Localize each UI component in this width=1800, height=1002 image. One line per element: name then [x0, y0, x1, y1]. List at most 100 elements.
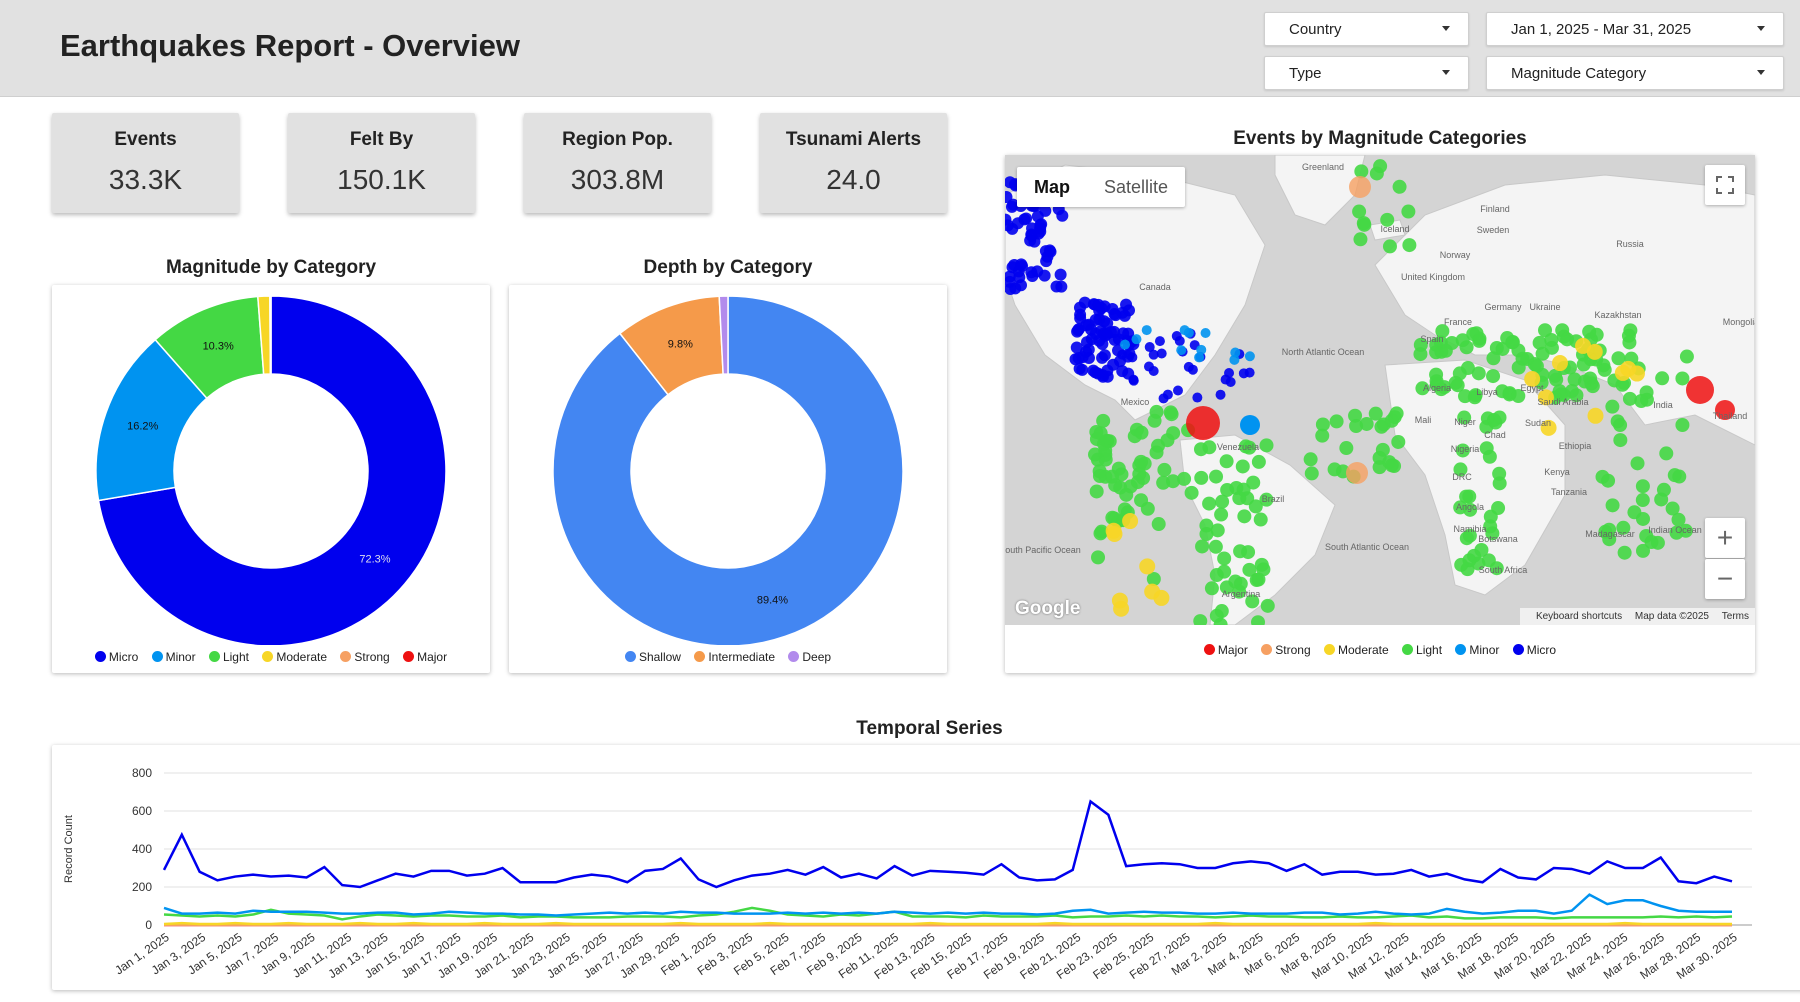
date-range-filter-label: Jan 1, 2025 - Mar 31, 2025 — [1511, 21, 1692, 38]
map-place-label: Angola — [1456, 502, 1484, 512]
event-marker — [1259, 438, 1274, 453]
legend-item-deep[interactable]: Deep — [788, 650, 831, 664]
event-marker — [1093, 526, 1108, 541]
event-marker — [1628, 365, 1645, 382]
event-marker — [1174, 335, 1185, 346]
slice-value-label: 10.3% — [203, 341, 234, 353]
event-marker — [1675, 371, 1690, 386]
event-marker — [1614, 364, 1631, 381]
report-header: Earthquakes Report - Overview Country Ja… — [0, 0, 1800, 97]
magnitude-legend: Micro Minor Light Moderate Strong Major — [52, 650, 490, 664]
map-place-label: Brazil — [1262, 494, 1285, 504]
zoom-in-button[interactable]: + — [1705, 518, 1745, 558]
event-marker — [1244, 351, 1255, 362]
keyboard-shortcuts-link[interactable]: Keyboard shortcuts — [1536, 611, 1622, 622]
series-line-minor — [163, 893, 1732, 917]
legend-item-major[interactable]: Major — [1203, 643, 1248, 657]
event-marker — [1074, 312, 1087, 325]
terms-link[interactable]: Terms — [1722, 611, 1749, 622]
kpi-felt-by: Felt By 150.1K — [288, 113, 475, 213]
temporal-chart-card: 800 600 400 200 0 Record Count Jan 1, 2025 Jan … — [52, 745, 1800, 990]
map-place-label: Canada — [1139, 282, 1171, 292]
map-place-label: Norway — [1440, 250, 1471, 260]
legend-item-micro[interactable]: Micro — [94, 650, 138, 664]
map-place-label: Venezuela — [1217, 442, 1259, 452]
map-view[interactable]: Greenland Finland Sweden Russia Norway Icelan… — [1005, 155, 1755, 625]
series-line-micro — [162, 799, 1733, 889]
event-marker — [1469, 326, 1484, 341]
event-marker — [1031, 265, 1044, 278]
kpi-label: Events — [114, 129, 177, 150]
event-marker — [1655, 371, 1670, 386]
magnitude-category-filter[interactable]: Magnitude Category — [1486, 56, 1784, 90]
event-marker — [1217, 564, 1232, 579]
legend-item-strong[interactable]: Strong — [1261, 643, 1311, 657]
event-marker — [1225, 377, 1236, 388]
event-marker — [1391, 434, 1406, 449]
event-marker — [1151, 517, 1166, 532]
event-marker — [1486, 412, 1501, 427]
map-place-label: Mongolia — [1723, 317, 1755, 327]
legend-item-intermediate[interactable]: Intermediate — [694, 650, 775, 664]
minus-icon: − — [1716, 563, 1734, 594]
event-marker — [1089, 313, 1102, 326]
event-marker — [1260, 598, 1275, 613]
legend-item-major[interactable]: Major — [403, 650, 447, 664]
country-filter-label: Country — [1289, 21, 1342, 38]
event-marker — [1105, 510, 1120, 525]
event-marker — [1122, 513, 1139, 530]
depth-chart-title: Depth by Category — [643, 257, 813, 278]
country-filter[interactable]: Country — [1264, 12, 1469, 46]
legend-item-strong[interactable]: Strong — [340, 650, 390, 664]
map-type-toggle: Map Satellite — [1017, 167, 1186, 207]
event-marker — [1154, 336, 1165, 347]
map-place-label: Spain — [1420, 334, 1443, 344]
google-logo: Google — [1015, 598, 1081, 619]
kpi-label: Tsunami Alerts — [785, 129, 922, 150]
event-marker — [1120, 298, 1133, 311]
depth-donut-chart: 89.4% 9.8% — [552, 295, 904, 645]
event-marker — [1577, 374, 1592, 389]
event-marker — [1015, 279, 1028, 292]
event-marker — [1253, 512, 1268, 527]
map-legend: Major Strong Moderate Light Minor Micro — [1005, 643, 1755, 657]
world-map[interactable]: Greenland Finland Sweden Russia Norway Icelan… — [1005, 155, 1755, 625]
event-marker — [1544, 332, 1559, 347]
type-filter[interactable]: Type — [1264, 56, 1469, 90]
event-marker — [1352, 204, 1367, 219]
map-place-label: Iceland — [1380, 224, 1409, 234]
map-place-label: Algeria — [1423, 383, 1451, 393]
event-marker — [1675, 417, 1690, 432]
depth-chart-card: 89.4% 9.8% Shallow Intermediate Deep — [509, 285, 947, 673]
zoom-out-button[interactable]: − — [1705, 559, 1745, 599]
map-place-label: Indian Ocean — [1648, 525, 1702, 535]
legend-item-minor[interactable]: Minor — [151, 650, 196, 664]
event-marker — [1679, 349, 1694, 364]
legend-item-light[interactable]: Light — [208, 650, 249, 664]
map-attribution: Keyboard shortcuts Map data ©2025 Terms — [1519, 608, 1755, 625]
event-marker — [1089, 484, 1104, 499]
legend-item-minor[interactable]: Minor — [1455, 643, 1499, 657]
depth-legend: Shallow Intermediate Deep — [509, 650, 947, 664]
tab-satellite[interactable]: Satellite — [1087, 167, 1185, 207]
date-range-filter[interactable]: Jan 1, 2025 - Mar 31, 2025 — [1486, 12, 1784, 46]
legend-item-light[interactable]: Light — [1402, 643, 1442, 657]
event-marker — [1491, 501, 1506, 516]
event-marker — [1111, 461, 1126, 476]
event-marker — [1204, 581, 1219, 596]
map-place-label: Sudan — [1525, 418, 1551, 428]
tab-map[interactable]: Map — [1017, 167, 1087, 207]
legend-item-micro[interactable]: Micro — [1512, 643, 1556, 657]
event-marker — [1635, 493, 1650, 508]
chevron-down-icon — [1442, 26, 1450, 31]
event-marker — [1132, 467, 1147, 482]
legend-item-shallow[interactable]: Shallow — [624, 650, 681, 664]
slice-value-label: 9.8% — [668, 339, 693, 351]
fullscreen-button[interactable] — [1705, 165, 1745, 205]
y-tick-label: 600 — [132, 804, 152, 818]
legend-item-moderate[interactable]: Moderate — [1323, 643, 1389, 657]
event-marker — [1622, 335, 1637, 350]
legend-item-moderate[interactable]: Moderate — [262, 650, 327, 664]
event-marker — [1348, 408, 1363, 423]
map-place-label: Niger — [1454, 417, 1476, 427]
